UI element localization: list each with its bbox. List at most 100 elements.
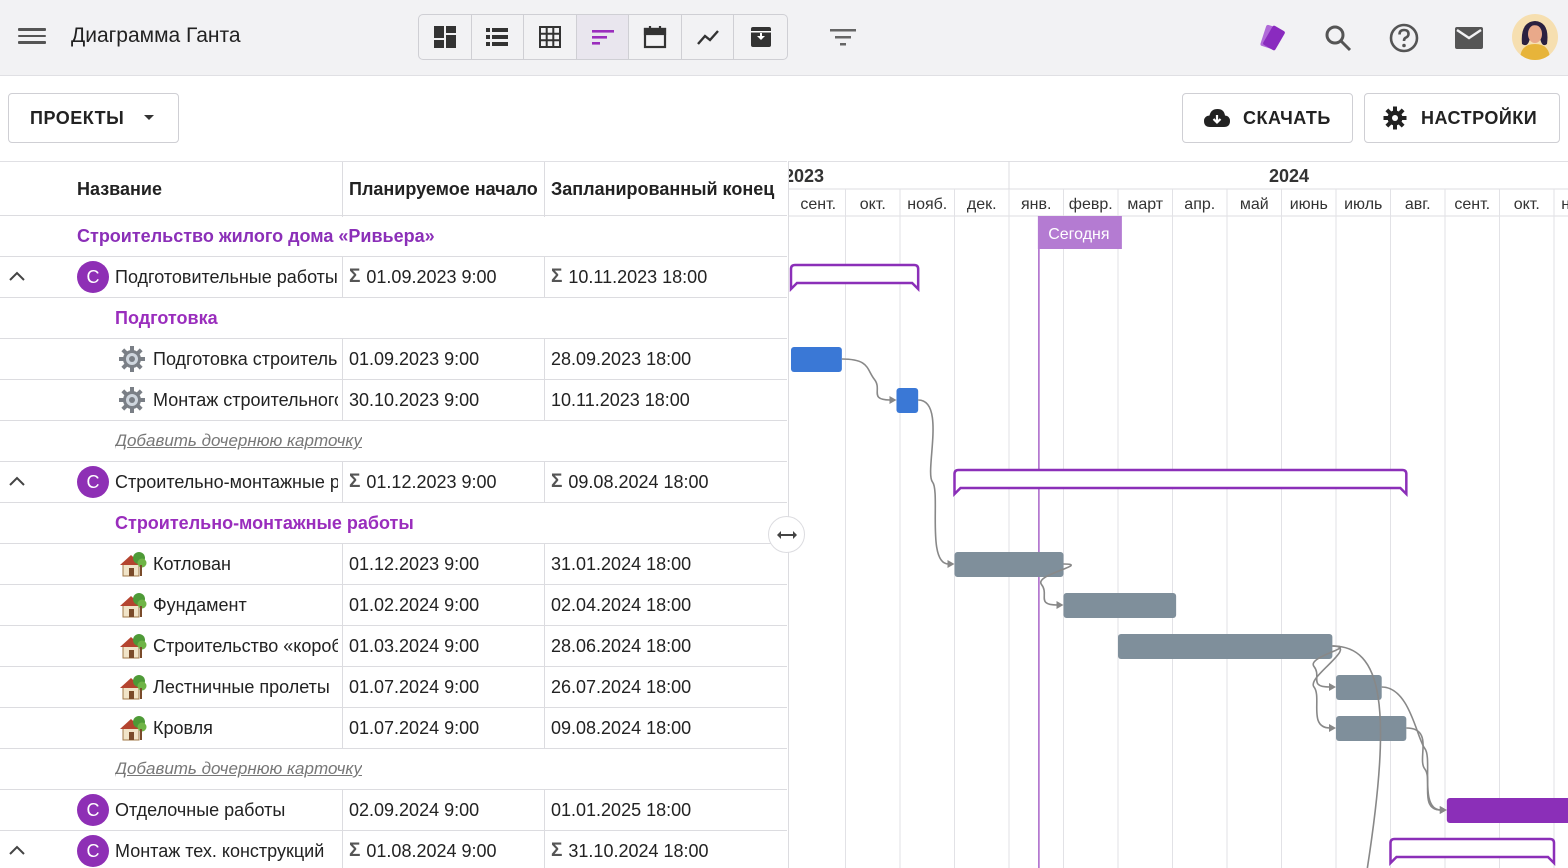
project-row[interactable]: Строительство жилого дома «Ривьера»: [0, 216, 787, 257]
task-bar[interactable]: [954, 552, 1064, 577]
task-row[interactable]: Монтаж строительного городка 30.10.2023 9…: [0, 380, 787, 421]
column-header-start[interactable]: Планируемое начало: [342, 162, 545, 217]
top-bar: Диаграмма Ганта: [0, 0, 1568, 76]
task-bar[interactable]: [1336, 675, 1382, 700]
card-row[interactable]: С Подготовительные работы Σ 01.09.2023 9:00…: [0, 257, 787, 298]
task-bar[interactable]: [1446, 798, 1568, 823]
task-row[interactable]: Лестничные пролеты 01.07.2024 9:00 26.07.2…: [0, 667, 787, 708]
house-icon: [117, 549, 147, 579]
search-icon[interactable]: [1320, 20, 1356, 56]
row-name[interactable]: Подготовительные работы: [115, 257, 338, 297]
card-row[interactable]: ССтроительно-монтажные работыΣ01.12.2023…: [0, 462, 787, 503]
task-bar[interactable]: [1063, 593, 1177, 618]
month-label: июнь: [1290, 196, 1328, 213]
row-name[interactable]: Котлован: [153, 544, 338, 584]
filter-icon[interactable]: [826, 23, 860, 53]
row-name[interactable]: Фундамент: [153, 585, 338, 625]
panel-resize-handle[interactable]: [768, 516, 805, 553]
planned-end-cell[interactable]: Σ 09.08.2024 18:00: [544, 462, 787, 502]
planned-start-cell[interactable]: 02.09.2024 9:00: [342, 790, 545, 830]
settings-button[interactable]: НАСТРОЙКИ: [1364, 93, 1560, 143]
avatar[interactable]: [1512, 14, 1558, 60]
task-row[interactable]: Кровля 01.07.2024 9:00 09.08.2024 18:00: [0, 708, 787, 749]
planned-start-cell[interactable]: 30.10.2023 9:00: [342, 380, 545, 420]
board-view-button[interactable]: [419, 15, 472, 59]
calendar-view-button[interactable]: [629, 15, 682, 59]
chart-view-button[interactable]: [682, 15, 735, 59]
task-bar[interactable]: [791, 347, 842, 372]
archive-view-button[interactable]: [734, 15, 787, 59]
planned-end-value: 31.10.2024 18:00: [568, 840, 709, 861]
mail-icon[interactable]: [1451, 20, 1487, 56]
task-row[interactable]: Котлован 01.12.2023 9:00 31.01.2024 18:00: [0, 544, 787, 585]
collapse-chevron-icon[interactable]: [6, 266, 28, 288]
row-name[interactable]: Монтаж строительного городка: [153, 380, 338, 420]
row-name[interactable]: Отделочные работы: [115, 790, 338, 830]
table-view-button[interactable]: [524, 15, 577, 59]
row-name[interactable]: Строительство «коробки»: [153, 626, 338, 666]
planned-end-cell[interactable]: Σ 10.11.2023 18:00: [544, 257, 787, 297]
task-row[interactable]: Строительство «коробки» 01.03.2024 9:00 28…: [0, 626, 787, 667]
resize-arrows-icon: [776, 530, 797, 539]
list-view-button[interactable]: [472, 15, 525, 59]
planned-start-cell[interactable]: 01.09.2023 9:00: [342, 339, 545, 379]
planned-end-cell[interactable]: 02.04.2024 18:00: [544, 585, 787, 625]
card-row[interactable]: С Монтаж тех. конструкций Σ 01.08.2024 9:00…: [0, 831, 787, 868]
collapse-chevron-icon[interactable]: [6, 471, 28, 493]
dependency-arrow: [1056, 601, 1064, 609]
project-title[interactable]: Строительство жилого дома «Ривьера»: [77, 216, 435, 256]
planned-start-cell[interactable]: Σ 01.09.2023 9:00: [342, 257, 545, 297]
planned-start-cell[interactable]: Σ 01.08.2024 9:00: [342, 831, 545, 868]
row-name[interactable]: Строительно-монтажные работы: [115, 462, 338, 502]
planned-end-cell[interactable]: 10.11.2023 18:00: [544, 380, 787, 420]
collapse-chevron-icon[interactable]: [6, 840, 28, 862]
planned-start-cell[interactable]: 01.02.2024 9:00: [342, 585, 545, 625]
summary-bar[interactable]: [1389, 837, 1556, 867]
board-view-icon: [433, 26, 456, 48]
sum-icon: Σ: [349, 840, 361, 861]
group-title[interactable]: Строительно-монтажные работы: [115, 503, 414, 543]
planned-end-cell[interactable]: 01.01.2025 18:00: [544, 790, 787, 830]
add-child-card-link[interactable]: Добавить дочернюю карточку: [115, 421, 362, 461]
planned-end-cell[interactable]: 28.06.2024 18:00: [544, 626, 787, 666]
planned-start-cell[interactable]: Σ 01.12.2023 9:00: [342, 462, 545, 502]
row-name[interactable]: Подготовка строительной площадки: [153, 339, 338, 379]
planned-end-cell[interactable]: 09.08.2024 18:00: [544, 708, 787, 748]
column-header-end[interactable]: Запланированный конец: [544, 162, 787, 217]
planned-start-cell[interactable]: 01.03.2024 9:00: [342, 626, 545, 666]
planned-end-cell[interactable]: Σ 31.10.2024 18:00: [544, 831, 787, 868]
menu-icon[interactable]: [18, 24, 46, 52]
summary-bar[interactable]: [789, 263, 920, 293]
download-button[interactable]: СКАЧАТЬ: [1182, 93, 1353, 143]
task-bar[interactable]: [896, 388, 919, 413]
planned-start-value: 01.09.2023 9:00: [366, 266, 497, 287]
row-name[interactable]: Кровля: [153, 708, 338, 748]
task-bar[interactable]: [1336, 716, 1407, 741]
task-bar[interactable]: [1118, 634, 1333, 659]
planned-end-cell[interactable]: 31.01.2024 18:00: [544, 544, 787, 584]
add-child-card-link[interactable]: Добавить дочернюю карточку: [115, 749, 362, 789]
cards-logo-icon[interactable]: [1254, 20, 1290, 56]
planned-start-cell[interactable]: 01.07.2024 9:00: [342, 708, 545, 748]
planned-start-cell[interactable]: 01.12.2023 9:00: [342, 544, 545, 584]
gantt-year-header: [789, 161, 1568, 189]
card-row[interactable]: С Отделочные работы 02.09.2024 9:00 01.01.2…: [0, 790, 787, 831]
dependency-arrow: [1329, 683, 1336, 691]
task-row[interactable]: Фундамент 01.02.2024 9:00 02.04.2024 18:00: [0, 585, 787, 626]
row-name[interactable]: Лестничные пролеты: [153, 667, 338, 707]
planned-end-cell[interactable]: 26.07.2024 18:00: [544, 667, 787, 707]
column-header-name[interactable]: Название: [0, 162, 343, 217]
planned-start-cell[interactable]: 01.07.2024 9:00: [342, 667, 545, 707]
planned-end-cell[interactable]: 28.09.2023 18:00: [544, 339, 787, 379]
add-child-card-row[interactable]: Добавить дочернюю карточку: [0, 421, 787, 462]
summary-bar[interactable]: [953, 468, 1408, 498]
group-title[interactable]: Подготовка: [115, 298, 218, 338]
gantt-view-button[interactable]: [576, 15, 630, 59]
group-row[interactable]: Подготовка: [0, 298, 787, 339]
task-row[interactable]: Подготовка строительной площадки 01.09.20…: [0, 339, 787, 380]
add-child-card-row[interactable]: Добавить дочернюю карточку: [0, 749, 787, 790]
group-row[interactable]: Строительно-монтажные работы: [0, 503, 787, 544]
help-icon[interactable]: [1386, 20, 1422, 56]
projects-dropdown[interactable]: ПРОЕКТЫ: [8, 93, 179, 143]
row-name[interactable]: Монтаж тех. конструкций: [115, 831, 338, 868]
